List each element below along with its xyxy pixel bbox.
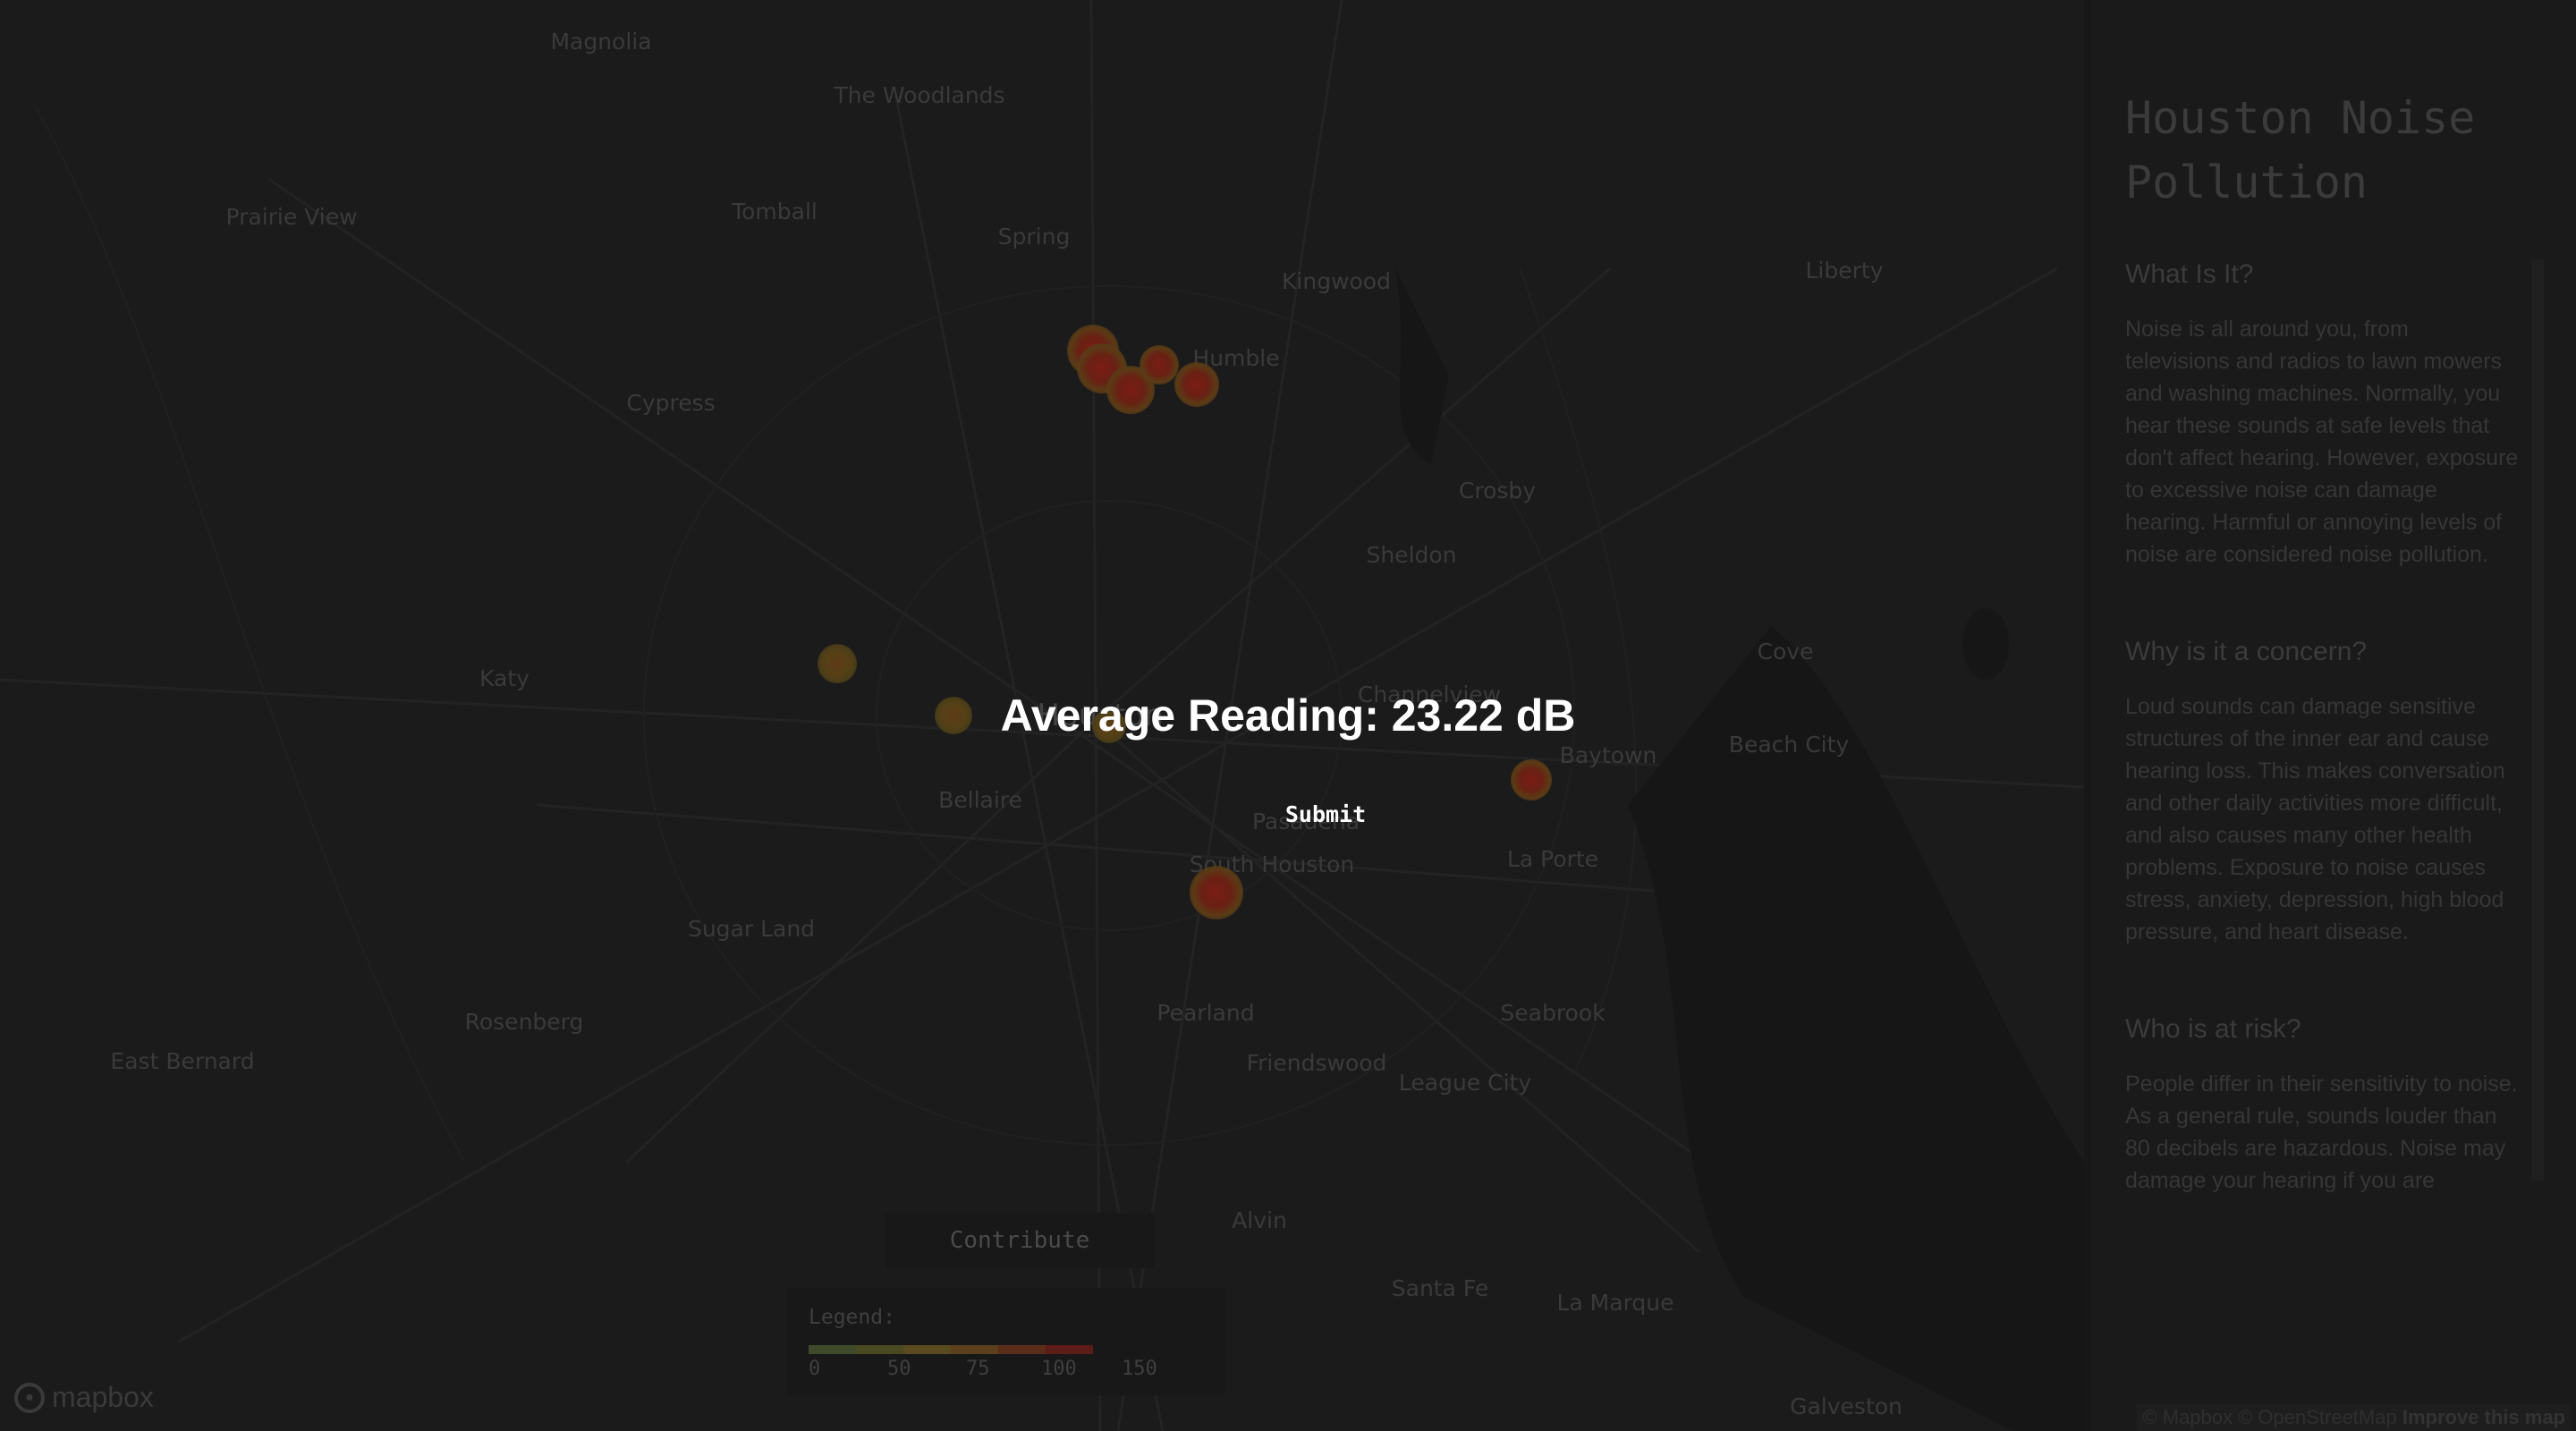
place-label: Baytown <box>1559 742 1657 768</box>
legend-swatch <box>951 1345 998 1354</box>
place-label: Kingwood <box>1282 268 1391 294</box>
sidebar-title: Houston Noise Pollution <box>2125 92 2476 208</box>
legend-swatch <box>1046 1345 1093 1354</box>
legend-tick: 50 <box>887 1358 911 1380</box>
mapbox-logo[interactable]: ● mapbox <box>14 1381 154 1414</box>
section-heading: What Is It? <box>2125 259 2254 289</box>
improve-map-link[interactable]: Improve this map <box>2402 1406 2565 1428</box>
legend-swatch <box>809 1345 856 1354</box>
place-label: Sheldon <box>1366 542 1457 568</box>
place-label: East Bernard <box>110 1048 255 1074</box>
legend-color-bar <box>809 1345 1093 1354</box>
place-label: Alvin <box>1232 1207 1287 1233</box>
noise-heat-point[interactable] <box>1140 345 1179 385</box>
place-label: Tomball <box>732 199 818 224</box>
place-label: Friendswood <box>1246 1050 1387 1076</box>
place-label: Crosby <box>1458 478 1537 504</box>
sidebar-scrollbar[interactable] <box>2531 259 2544 1181</box>
mapbox-wordmark: mapbox <box>52 1381 154 1413</box>
place-label: League City <box>1398 1070 1532 1096</box>
noise-heat-point[interactable] <box>1174 362 1219 407</box>
map-attribution: © Mapbox © OpenStreetMap Improve this ma… <box>2137 1404 2571 1431</box>
noise-heat-point[interactable] <box>818 644 857 683</box>
legend-tick: 75 <box>966 1358 990 1380</box>
legend-title: Legend: <box>809 1306 895 1329</box>
legend-tick: 0 <box>809 1358 821 1380</box>
section-body: Noise is all around you, from television… <box>2125 317 2519 567</box>
noise-heat-point[interactable] <box>1511 759 1552 800</box>
attribution-text[interactable]: © Mapbox © OpenStreetMap <box>2142 1406 2396 1428</box>
place-label: Spring <box>997 224 1071 250</box>
place-label: La Marque <box>1556 1290 1674 1316</box>
contribute-button[interactable]: Contribute <box>886 1213 1154 1268</box>
info-sidebar: Houston Noise Pollution What Is It? Nois… <box>2084 0 2576 1431</box>
legend-tick: 100 <box>1041 1358 1077 1380</box>
place-label: La Porte <box>1506 846 1599 872</box>
submit-button[interactable]: Submit <box>1276 798 1375 831</box>
place-label: Rosenberg <box>464 1009 584 1035</box>
place-label: Liberty <box>1805 258 1884 284</box>
place-label: Sugar Land <box>687 916 816 942</box>
legend-swatch <box>856 1345 903 1354</box>
noise-heat-point[interactable] <box>935 697 972 734</box>
place-label: Pearland <box>1157 1000 1255 1026</box>
section-body: Loud sounds can damage sensitive structu… <box>2125 694 2505 944</box>
legend-swatch <box>998 1345 1046 1354</box>
legend-tick: 150 <box>1122 1358 1157 1380</box>
place-label: Prairie View <box>225 204 358 230</box>
legend-panel: Legend: 0 50 75 100 150 <box>787 1288 1225 1395</box>
section-heading: Why is it a concern? <box>2125 637 2368 666</box>
place-label: Bellaire <box>938 787 1022 813</box>
place-label: Cove <box>1757 639 1814 665</box>
place-label: Galveston <box>1790 1393 1902 1419</box>
mapbox-icon: ● <box>14 1382 45 1413</box>
sidebar-content[interactable]: Houston Noise Pollution What Is It? Nois… <box>2125 86 2519 1410</box>
place-label: Cypress <box>626 390 716 416</box>
place-label: Santa Fe <box>1391 1275 1489 1301</box>
section-body: People differ in their sensitivity to no… <box>2125 1071 2518 1193</box>
place-label: Seabrook <box>1500 1000 1606 1026</box>
place-label: Katy <box>479 665 530 691</box>
section-heading: Who is at risk? <box>2125 1014 2301 1044</box>
place-label: Beach City <box>1728 732 1850 758</box>
noise-heat-point[interactable] <box>1190 866 1243 919</box>
legend-ticks: 0 50 75 100 150 <box>809 1358 1157 1384</box>
sidebar-divider <box>2084 0 2091 1431</box>
legend-swatch <box>903 1345 951 1354</box>
average-reading-text: Average Reading: 23.22 dB <box>1000 690 1576 741</box>
place-label: Magnolia <box>550 29 652 55</box>
place-label: The Woodlands <box>834 82 1005 108</box>
